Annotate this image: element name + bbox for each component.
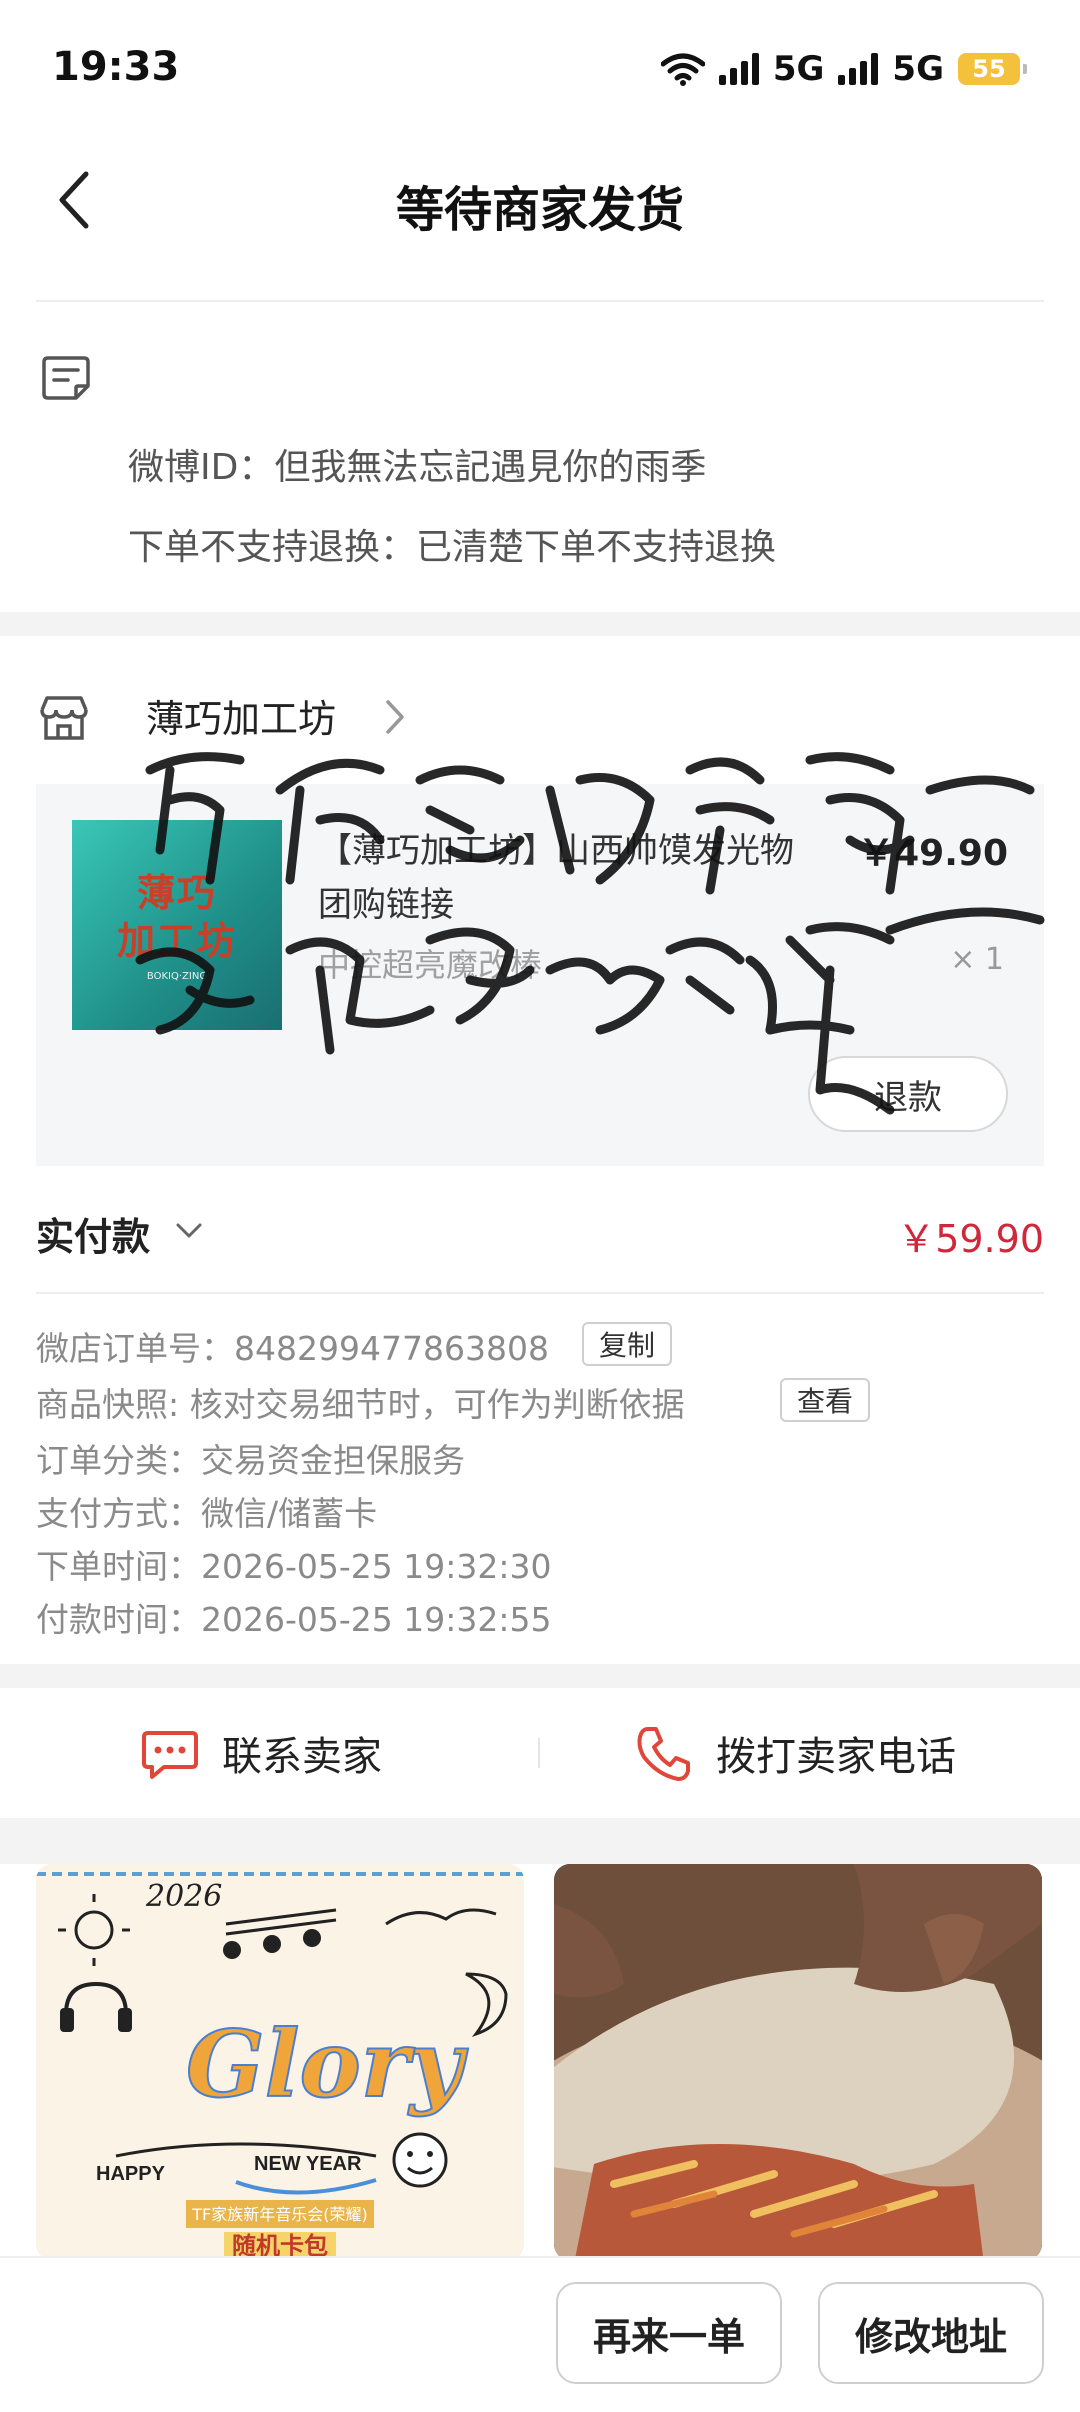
wifi-icon bbox=[660, 53, 705, 86]
section-gap bbox=[0, 1664, 1080, 1688]
product-title: 【薄巧加工坊】山西帅馍发光物团购链接 bbox=[318, 831, 794, 925]
contact-seller-button[interactable]: 联系卖家 bbox=[140, 1718, 382, 1788]
paid-amount-row[interactable]: 实付款 ￥59.90 bbox=[0, 1196, 1080, 1266]
contact-row: 联系卖家 拨打卖家电话 bbox=[0, 1688, 1080, 1818]
product-thumbnail: 薄巧 加工坊 BOKIQ·ZING bbox=[72, 820, 282, 1030]
thumbnail-text-1: 薄巧 bbox=[136, 869, 217, 915]
bottom-action-bar: 再来一单 修改地址 bbox=[0, 2256, 1080, 2412]
order-category: 订单分类：交易资金担保服务 bbox=[36, 1441, 465, 1480]
chevron-down-icon bbox=[176, 1223, 202, 1238]
paid-amount: ￥59.90 bbox=[897, 1217, 1044, 1261]
signal-icon bbox=[718, 53, 759, 85]
order-time: 下单时间：2026-05-25 19:32:30 bbox=[36, 1547, 552, 1586]
section-gap bbox=[0, 612, 1080, 636]
recommend-item[interactable] bbox=[554, 1864, 1042, 2260]
snapshot-info: 商品快照: 核对交易细节时，可作为判断依据 bbox=[36, 1385, 685, 1424]
order-number: 微店订单号：848299477863808 bbox=[36, 1329, 549, 1368]
contact-seller-label: 联系卖家 bbox=[222, 1734, 382, 1780]
status-time: 19:33 bbox=[52, 44, 180, 90]
copy-button[interactable]: 复制 bbox=[582, 1322, 672, 1366]
chevron-left-icon[interactable] bbox=[44, 160, 108, 240]
divider bbox=[36, 1292, 1044, 1294]
shop-name: 薄巧加工坊 bbox=[146, 697, 337, 741]
recommend-brand: Glory bbox=[186, 2010, 468, 2118]
chevron-right-icon bbox=[386, 700, 404, 734]
refund-button[interactable]: 退款 bbox=[808, 1056, 1008, 1132]
network-type-2: 5G bbox=[892, 49, 944, 89]
view-snapshot-button[interactable]: 查看 bbox=[780, 1378, 870, 1422]
remark-weibo-id: 微博ID：但我無法忘記遇見你的雨季 bbox=[128, 447, 707, 488]
order-remark: 微博ID：但我無法忘記遇見你的雨季 下单不支持退换：已清楚下单不支持退换 bbox=[0, 340, 1080, 610]
payment-time: 付款时间：2026-05-25 19:32:55 bbox=[36, 1600, 552, 1639]
phone-icon bbox=[637, 1727, 690, 1781]
edit-address-button[interactable]: 修改地址 bbox=[818, 2282, 1044, 2384]
battery-icon: 55 bbox=[958, 53, 1027, 85]
thumbnail-text-2: 加工坊 bbox=[116, 917, 237, 963]
network-type-1: 5G bbox=[772, 49, 825, 89]
note-icon bbox=[42, 356, 90, 400]
recommend-item[interactable]: 2026 Glory HAPPY NEW YEAR TF家族新年音乐会(荣耀) … bbox=[36, 1864, 524, 2260]
call-seller-label: 拨打卖家电话 bbox=[716, 1734, 956, 1780]
status-indicators: 5G 5G 55 bbox=[660, 44, 1027, 94]
product-spec: 中控超亮魔改棒 bbox=[318, 946, 543, 984]
shop-row[interactable]: 薄巧加工坊 bbox=[0, 680, 1080, 770]
recommend-new-year: NEW YEAR bbox=[254, 2153, 362, 2175]
product-quantity: × 1 bbox=[950, 942, 1004, 977]
call-seller-button[interactable]: 拨打卖家电话 bbox=[634, 1718, 956, 1788]
nav-bar: 等待商家发货 bbox=[0, 140, 1080, 260]
remark-no-return: 下单不支持退换：已清楚下单不支持退换 bbox=[128, 527, 777, 568]
section-gap bbox=[0, 1818, 1080, 1864]
recommend-image: 2026 Glory HAPPY NEW YEAR TF家族新年音乐会(荣耀) … bbox=[36, 1864, 524, 2260]
payment-method: 支付方式：微信/储蓄卡 bbox=[36, 1494, 378, 1533]
product-card[interactable]: 薄巧 加工坊 BOKIQ·ZING 【薄巧加工坊】山西帅馍发光物团购链接 ￥49… bbox=[36, 784, 1044, 1166]
signal-icon bbox=[838, 53, 879, 85]
recommend-caption: TF家族新年音乐会(荣耀) bbox=[191, 2205, 367, 2224]
paid-label: 实付款 bbox=[36, 1215, 151, 1259]
recommend-image bbox=[554, 1864, 1042, 2260]
page-title: 等待商家发货 bbox=[395, 182, 684, 238]
chat-icon bbox=[142, 1731, 198, 1779]
divider bbox=[36, 300, 1044, 302]
recommend-year: 2026 bbox=[145, 1879, 222, 1914]
status-bar: 19:33 5G 5G 55 bbox=[0, 0, 1080, 130]
thumbnail-subtext: BOKIQ·ZING bbox=[146, 970, 208, 982]
reorder-button[interactable]: 再来一单 bbox=[556, 2282, 782, 2384]
product-price: ￥49.90 bbox=[858, 833, 1008, 874]
divider bbox=[538, 1738, 540, 1768]
recommend-happy: HAPPY bbox=[96, 2163, 166, 2185]
store-icon bbox=[40, 696, 88, 740]
